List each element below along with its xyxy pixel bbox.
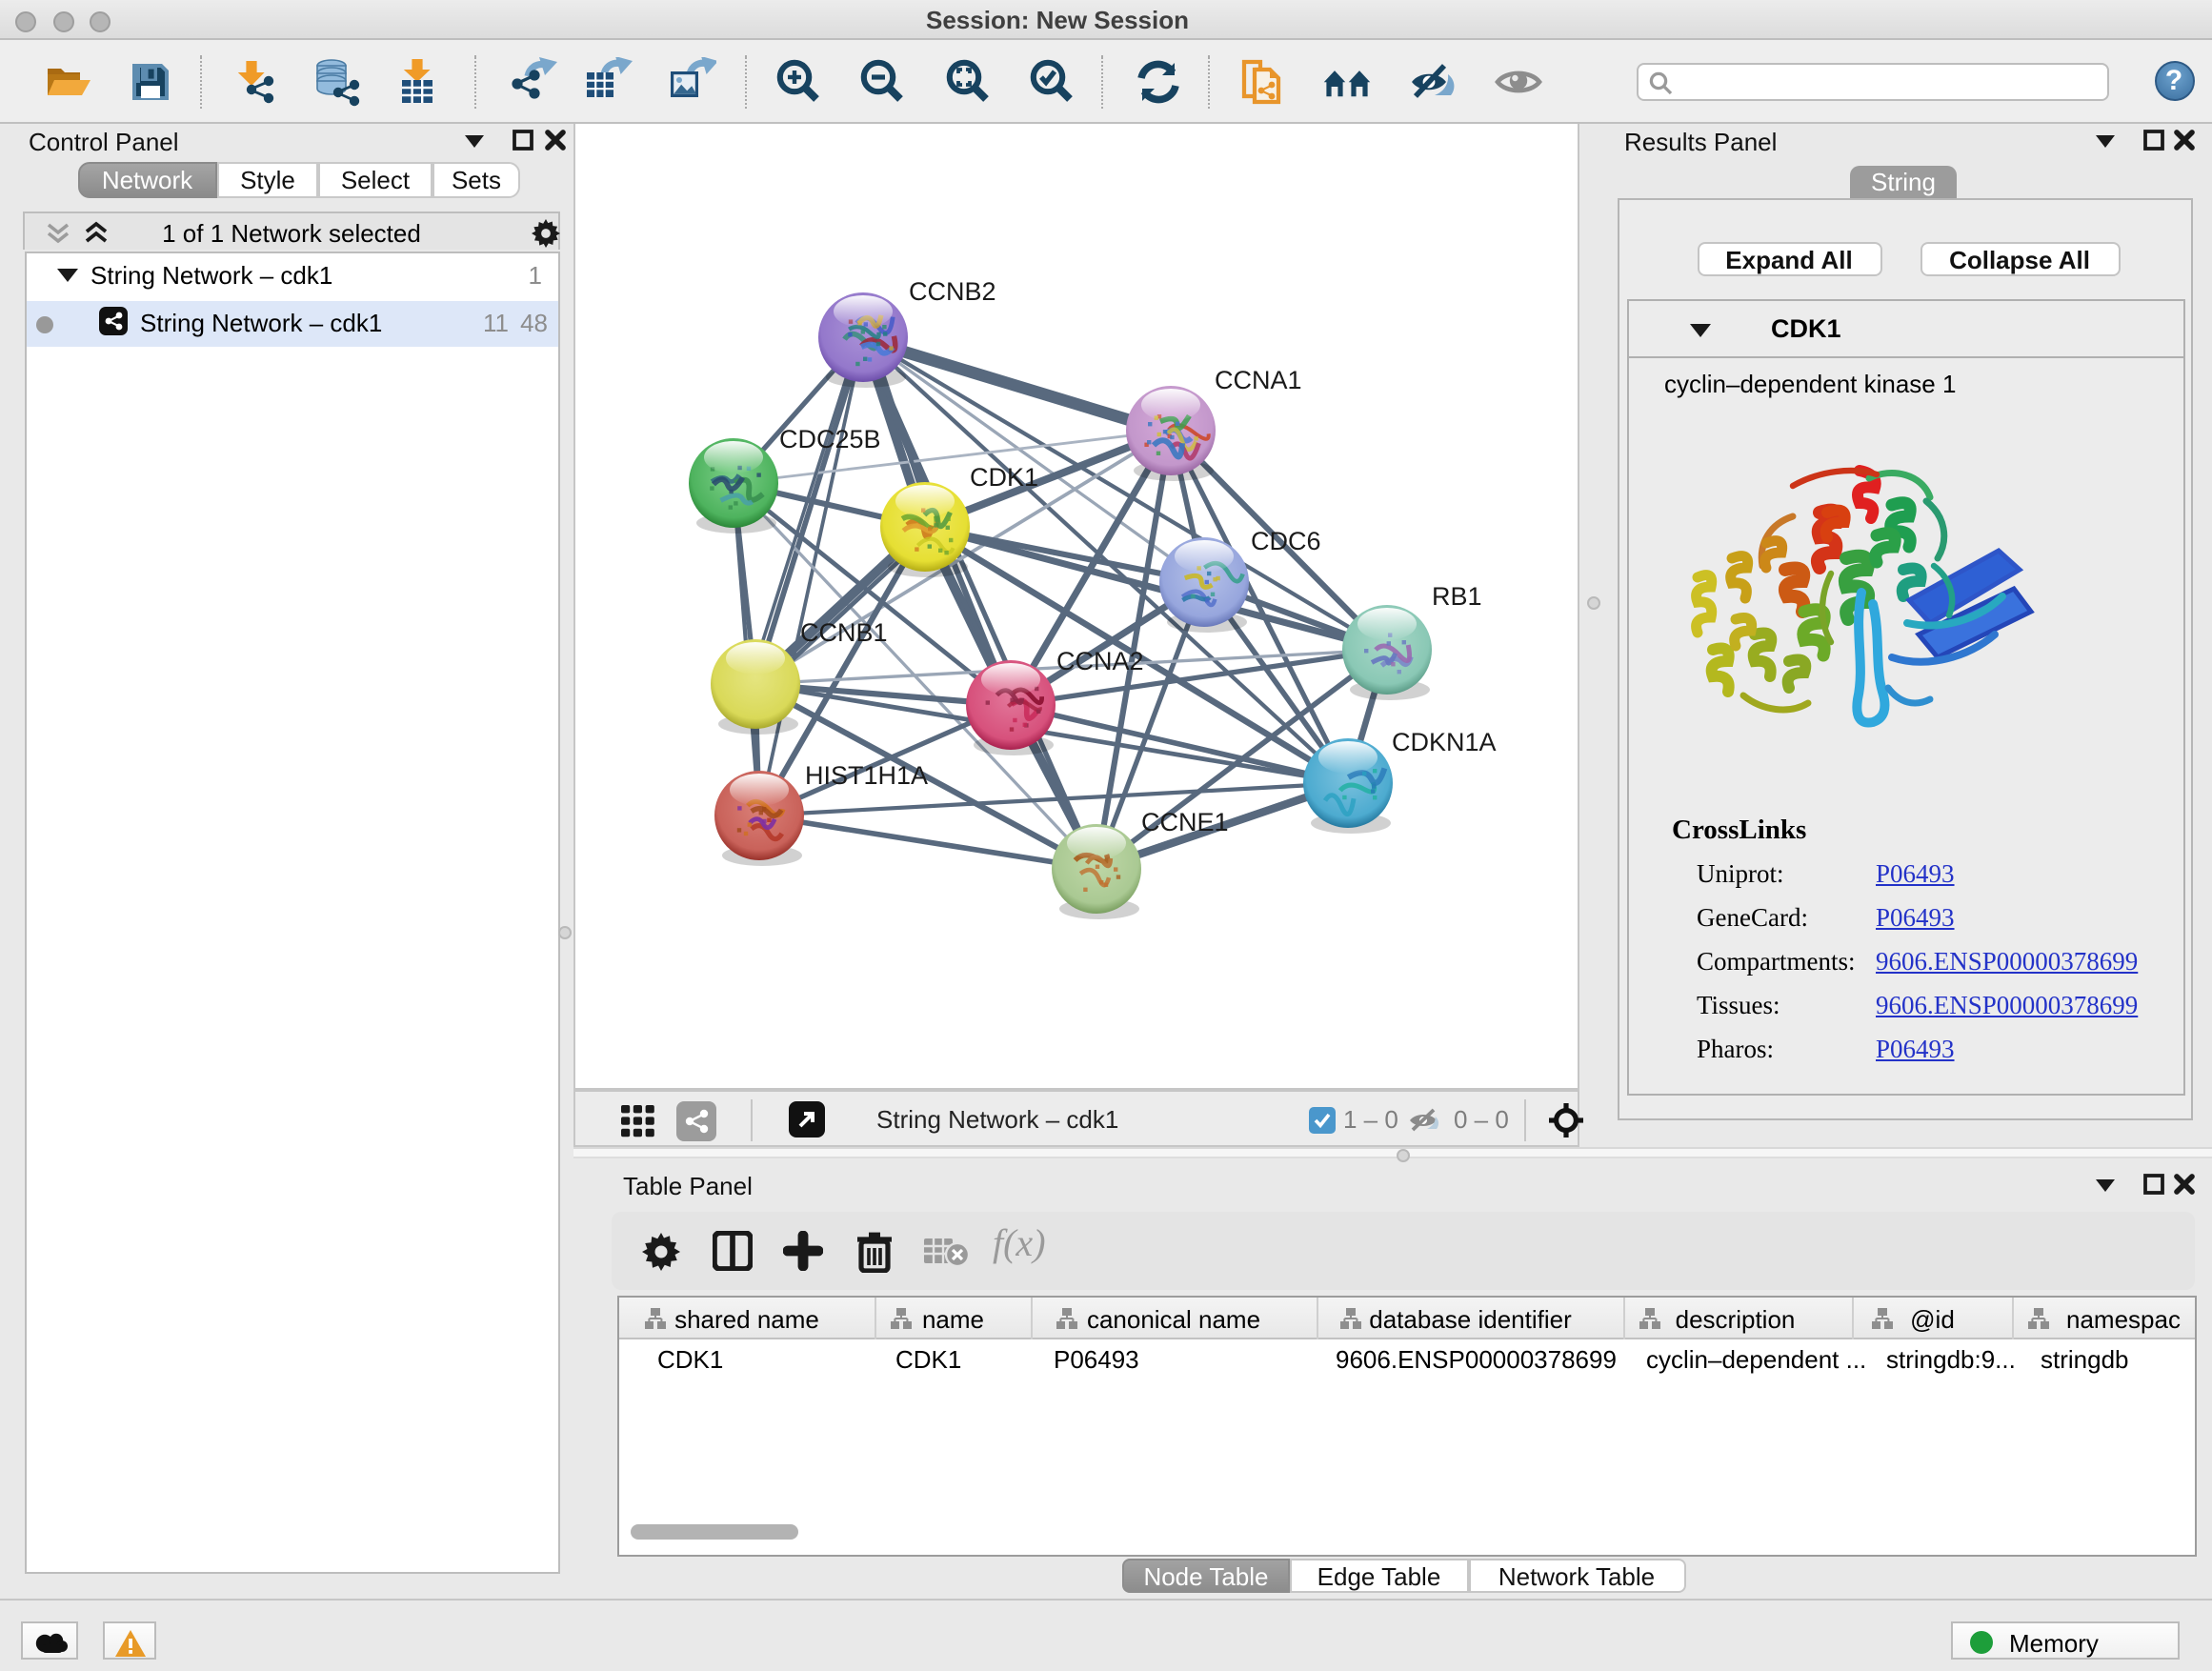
svg-text:CCNB1: CCNB1 bbox=[800, 618, 888, 647]
svg-text:HIST1H1A: HIST1H1A bbox=[805, 761, 928, 790]
svg-text:RB1: RB1 bbox=[1432, 582, 1482, 611]
svg-text:CDK1: CDK1 bbox=[970, 463, 1038, 492]
svg-text:CDC25B: CDC25B bbox=[779, 425, 881, 453]
svg-text:CCNE1: CCNE1 bbox=[1141, 808, 1229, 836]
svg-text:CDKN1A: CDKN1A bbox=[1392, 728, 1497, 756]
svg-text:CDC6: CDC6 bbox=[1251, 527, 1321, 555]
svg-text:CCNA2: CCNA2 bbox=[1056, 647, 1144, 675]
svg-text:CCNB2: CCNB2 bbox=[909, 277, 996, 306]
svg-text:CCNA1: CCNA1 bbox=[1215, 366, 1302, 394]
